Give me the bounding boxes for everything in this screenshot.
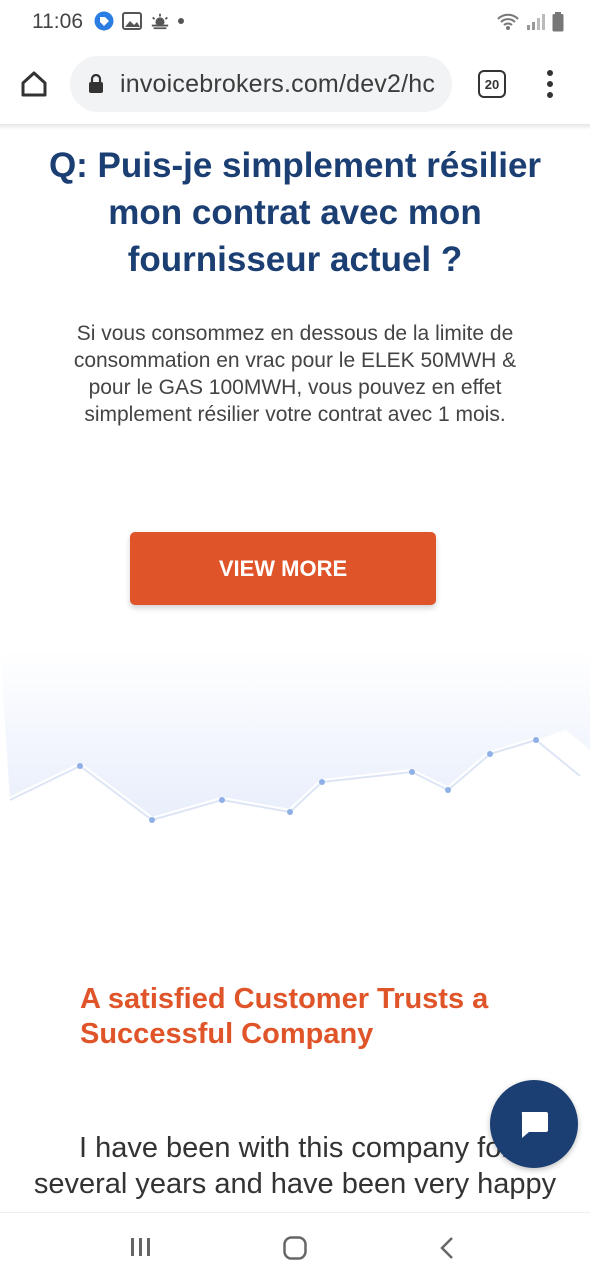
faq-question: Q: Puis-je simplement résilier mon contr… [48,146,542,279]
address-bar[interactable]: invoicebrokers.com/dev2/hc [70,56,452,112]
status-bar: 11:06 [0,0,590,44]
faq-answer: Si vous consommez en dessous de la limit… [73,322,517,426]
testimonial-heading: A satisfied Customer Trusts a Successful… [80,983,489,1050]
recent-apps-icon[interactable] [128,1235,154,1264]
signal-icon [526,13,546,36]
chat-button[interactable] [490,1080,578,1168]
dot-icon [178,18,184,24]
url-text: invoicebrokers.com/dev2/hc [120,70,436,98]
decorative-wave-graphic [0,640,590,840]
tag-notification-icon [94,11,114,31]
more-options-button[interactable] [540,66,560,102]
tab-switcher-button[interactable]: 20 [478,70,506,98]
weather-icon [150,11,170,31]
browser-toolbar: invoicebrokers.com/dev2/hc 20 [0,44,590,124]
image-notification-icon [122,11,142,31]
system-navigation-bar [0,1212,590,1280]
battery-icon [552,12,564,37]
chat-icon [521,1112,548,1138]
back-icon[interactable] [436,1235,460,1266]
menu-dot-icon [547,70,553,76]
lock-icon [88,73,104,99]
menu-dot-icon [547,92,553,98]
browser-home-button[interactable] [16,66,52,102]
toolbar-shadow [0,124,590,130]
status-time: 11:06 [32,10,83,33]
view-more-button[interactable]: VIEW MORE [130,532,436,605]
home-icon [21,71,47,97]
wifi-icon [496,12,520,37]
home-icon[interactable] [282,1235,308,1266]
menu-dot-icon [547,81,553,87]
testimonial-text: I have been with this company for severa… [33,1132,557,1200]
notification-icons [94,11,184,31]
system-icons [496,12,564,37]
